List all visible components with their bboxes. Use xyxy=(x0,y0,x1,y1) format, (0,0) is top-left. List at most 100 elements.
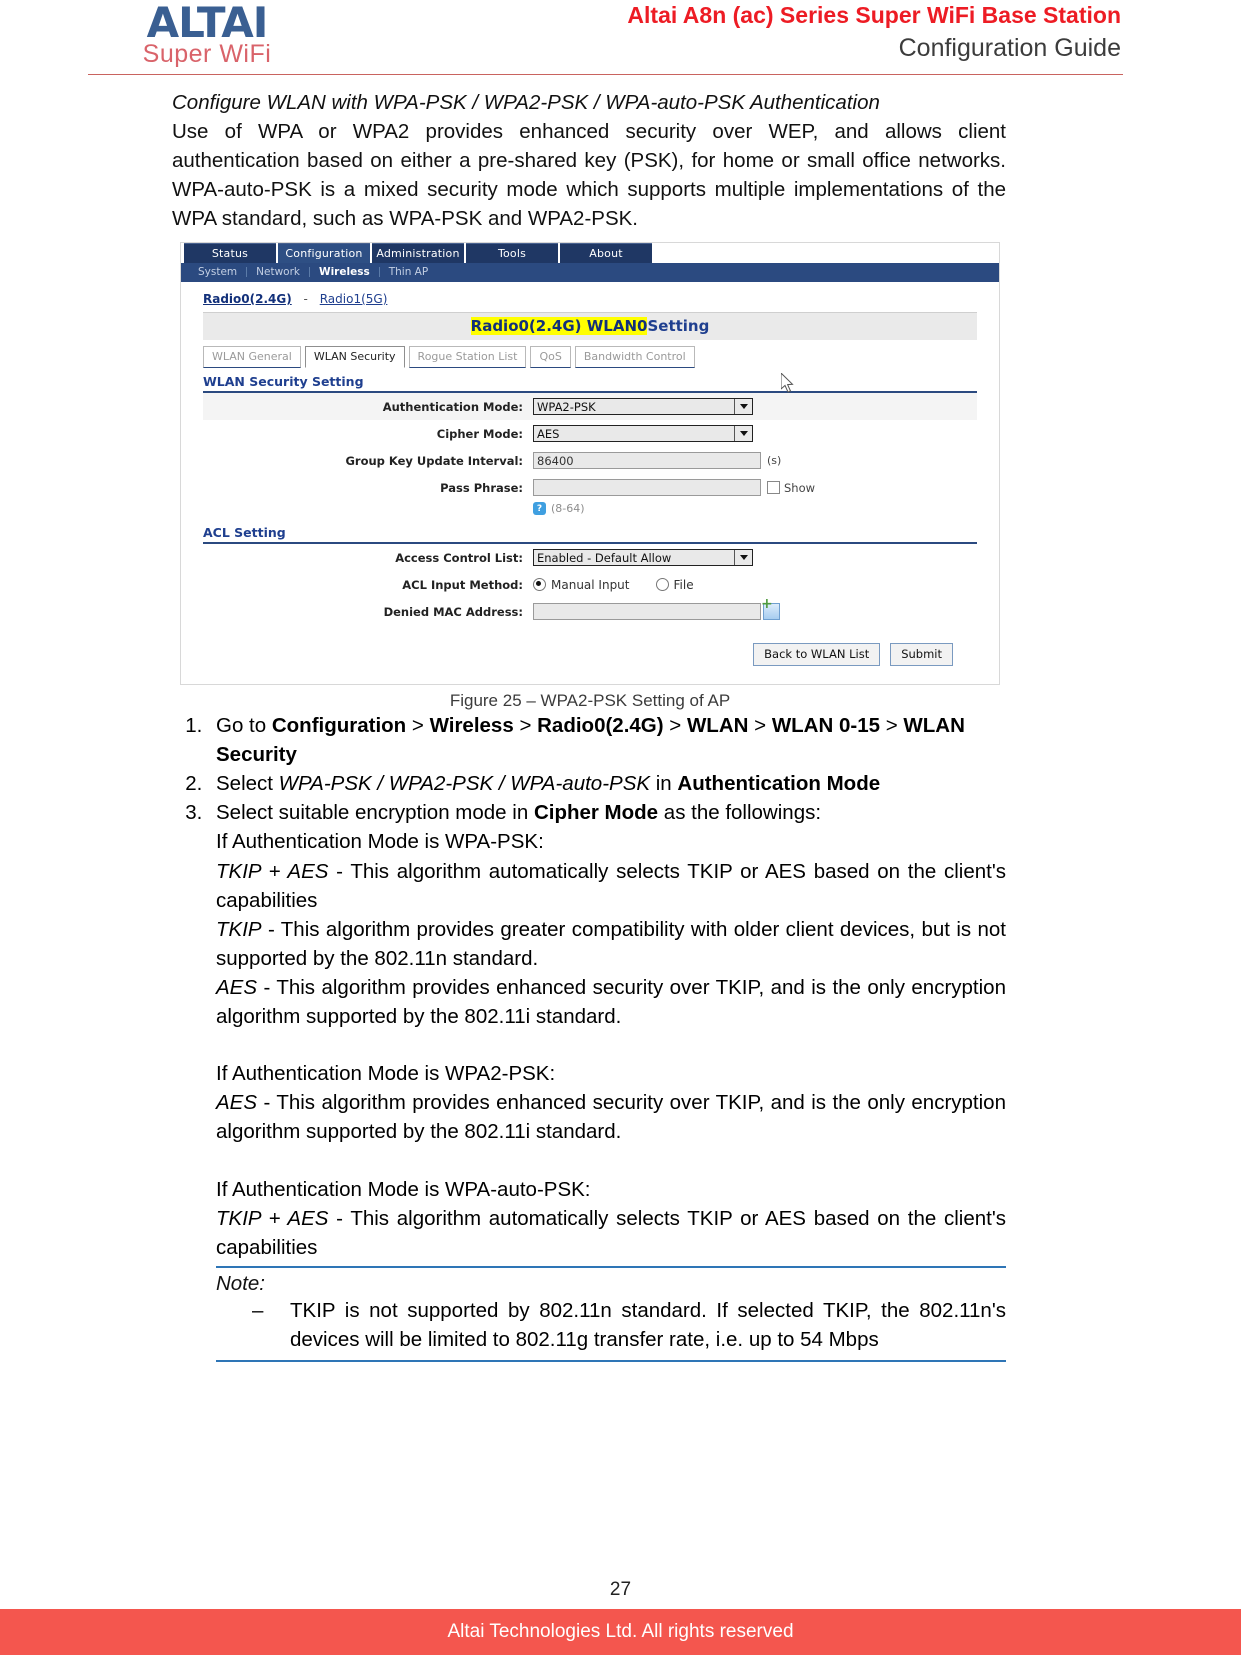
acl-form: Access Control List: Enabled - Default A… xyxy=(203,544,977,625)
wpa-psk-heading: If Authentication Mode is WPA-PSK: xyxy=(216,830,544,854)
step1-b3: Radio0(2.4G) xyxy=(537,714,664,738)
procedure-steps: Go to Configuration > Wireless > Radio0(… xyxy=(172,711,1006,827)
chevron-down-icon[interactable] xyxy=(734,399,752,415)
back-to-wlan-list-button[interactable]: Back to WLAN List xyxy=(753,643,881,667)
app-button-row: Back to WLAN List Submit xyxy=(181,643,953,667)
label-access-control-list: Access Control List: xyxy=(395,550,523,565)
step3-b1: Cipher Mode xyxy=(533,801,659,825)
figure-caption: Figure 25 – WPA2-PSK Setting of AP xyxy=(449,691,731,711)
step1-prefix: Go to xyxy=(216,714,272,738)
subtab-rogue-station-list[interactable]: Rogue Station List xyxy=(408,346,527,369)
app-top-navigation: Status Configuration Administration Tool… xyxy=(181,242,999,263)
wpa2-psk-item-0-text: - This algorithm provides enhanced secur… xyxy=(216,1091,1006,1144)
note-item-0: TKIP is not supported by 802.11n standar… xyxy=(252,1296,1006,1354)
app-subnav-system[interactable]: System xyxy=(189,267,248,278)
step1-b1: Configuration xyxy=(271,714,407,738)
chevron-down-icon[interactable] xyxy=(734,426,752,442)
wpa-psk-item-0: TKIP + AES - This algorithm automaticall… xyxy=(216,857,1006,915)
group-key-update-interval-input[interactable]: 86400 xyxy=(533,452,761,470)
cipher-mode-select[interactable]: AES xyxy=(533,425,753,443)
subtab-wlan-security[interactable]: WLAN Security xyxy=(304,346,405,369)
cipher-details: If Authentication Mode is WPA-PSK: TKIP … xyxy=(172,827,1006,1261)
app-main-tabs: Status Configuration Administration Tool… xyxy=(181,242,999,263)
label-group-key-update-interval: Group Key Update Interval: xyxy=(345,453,523,468)
cipher-mode-value: AES xyxy=(537,426,560,441)
step2-b1: Authentication Mode xyxy=(677,772,881,796)
panel-sub-tabs: WLAN General WLAN Security Rogue Station… xyxy=(203,346,999,369)
step-1: Go to Configuration > Wireless > Radio0(… xyxy=(208,711,1006,769)
pass-phrase-input[interactable] xyxy=(533,479,761,497)
header-divider xyxy=(88,74,1123,75)
step1-b5: WLAN 0-15 xyxy=(771,714,881,738)
row-cipher-mode: Cipher Mode: AES xyxy=(203,420,977,447)
authentication-mode-value: WPA2-PSK xyxy=(537,399,596,414)
app-tab-configuration[interactable]: Configuration xyxy=(278,242,370,263)
note-box: Note: TKIP is not supported by 802.11n s… xyxy=(216,1265,1006,1363)
panel-title: Radio0(2.4G) WLAN0Setting xyxy=(203,312,977,341)
app-tab-administration[interactable]: Administration xyxy=(372,242,464,263)
note-items: TKIP is not supported by 802.11n standar… xyxy=(216,1296,1006,1354)
app-subnav-wireless[interactable]: Wireless xyxy=(310,267,380,278)
app-sub-navigation: System Network Wireless Thin AP xyxy=(181,262,999,283)
wpa-psk-item-1-text: - This algorithm provides greater compat… xyxy=(216,917,1006,970)
row-access-control-list: Access Control List: Enabled - Default A… xyxy=(203,544,977,571)
subtab-bandwidth-control[interactable]: Bandwidth Control xyxy=(574,346,695,369)
header-titles: Altai A8n (ac) Series Super WiFi Base St… xyxy=(627,2,1121,64)
app-screenshot: Status Configuration Administration Tool… xyxy=(180,241,1000,686)
row-pass-phrase: Pass Phrase: Show xyxy=(203,474,977,501)
radio0-link[interactable]: Radio0(2.4G) xyxy=(203,292,292,306)
radio1-link[interactable]: Radio1(5G) xyxy=(320,292,388,306)
label-acl-input-method: ACL Input Method: xyxy=(402,577,523,592)
wlan-security-form: Authentication Mode: WPA2-PSK Cipher Mod… xyxy=(203,393,977,519)
authentication-mode-select[interactable]: WPA2-PSK xyxy=(533,398,753,416)
add-entry-icon[interactable] xyxy=(761,596,780,621)
app-tab-about[interactable]: About xyxy=(560,242,652,263)
acl-input-file-radio[interactable]: File xyxy=(655,577,694,592)
row-acl-input-method: ACL Input Method: Manual Input File xyxy=(203,571,977,598)
step2-prefix: Select xyxy=(216,772,279,796)
wpa-psk-item-0-term: TKIP + AES xyxy=(216,859,329,883)
chevron-down-icon[interactable] xyxy=(734,550,752,566)
note-title: Note: xyxy=(216,1271,265,1295)
show-passphrase-label: Show xyxy=(784,480,816,495)
logo-wordmark: ALTAI xyxy=(146,0,269,47)
row-group-key-update-interval: Group Key Update Interval: 86400 (s) xyxy=(203,447,977,474)
wpa2-psk-item-0: AES - This algorithm provides enhanced s… xyxy=(216,1088,1006,1146)
radio-selector: Radio0(2.4G) - Radio1(5G) xyxy=(181,282,999,312)
step1-s1: > xyxy=(406,714,430,738)
footer-bar: Altai Technologies Ltd. All rights reser… xyxy=(0,1609,1241,1655)
label-pass-phrase: Pass Phrase: xyxy=(440,480,523,495)
app-subnav-thin-ap[interactable]: Thin AP xyxy=(380,267,438,278)
pass-phrase-hint: ? (8-64) xyxy=(533,501,977,519)
row-authentication-mode: Authentication Mode: WPA2-PSK xyxy=(203,393,977,421)
app-subnav-network[interactable]: Network xyxy=(247,267,310,278)
app-tab-status[interactable]: Status xyxy=(184,242,276,263)
wpa-psk-item-2-text: - This algorithm provides enhanced secur… xyxy=(216,976,1006,1029)
step1-s5: > xyxy=(880,714,904,738)
step2-i1: WPA-PSK / WPA2-PSK / WPA-auto-PSK xyxy=(278,772,651,796)
access-control-list-select[interactable]: Enabled - Default Allow xyxy=(533,549,753,567)
acl-input-manual-radio[interactable]: Manual Input xyxy=(533,578,630,592)
step1-b2: Wireless xyxy=(429,714,514,738)
wpa-psk-item-1-term: TKIP xyxy=(216,917,262,941)
row-denied-mac-address: Denied MAC Address: xyxy=(203,596,977,625)
step2-mid: in xyxy=(650,772,678,796)
wpa2-psk-heading: If Authentication Mode is WPA2-PSK: xyxy=(216,1062,556,1086)
show-passphrase-checkbox[interactable]: Show xyxy=(767,481,815,495)
document-subtitle: Configuration Guide xyxy=(898,33,1121,62)
help-question-icon[interactable]: ? xyxy=(533,502,546,516)
page-number: 27 xyxy=(609,1579,632,1600)
radio-unselected-icon xyxy=(655,578,669,592)
acl-input-file-label: File xyxy=(673,577,694,592)
app-tab-tools[interactable]: Tools xyxy=(466,242,558,263)
subtab-qos[interactable]: QoS xyxy=(530,346,571,369)
subtab-wlan-general[interactable]: WLAN General xyxy=(203,346,301,369)
submit-button[interactable]: Submit xyxy=(890,643,953,667)
denied-mac-address-input[interactable] xyxy=(533,603,761,621)
label-denied-mac-address: Denied MAC Address: xyxy=(383,604,523,619)
wpa-psk-item-1: TKIP - This algorithm provides greater c… xyxy=(216,915,1006,973)
step-2: Select WPA-PSK / WPA2-PSK / WPA-auto-PSK… xyxy=(208,769,1006,798)
panel-title-rest: Setting xyxy=(647,317,710,336)
label-authentication-mode: Authentication Mode: xyxy=(382,399,523,414)
